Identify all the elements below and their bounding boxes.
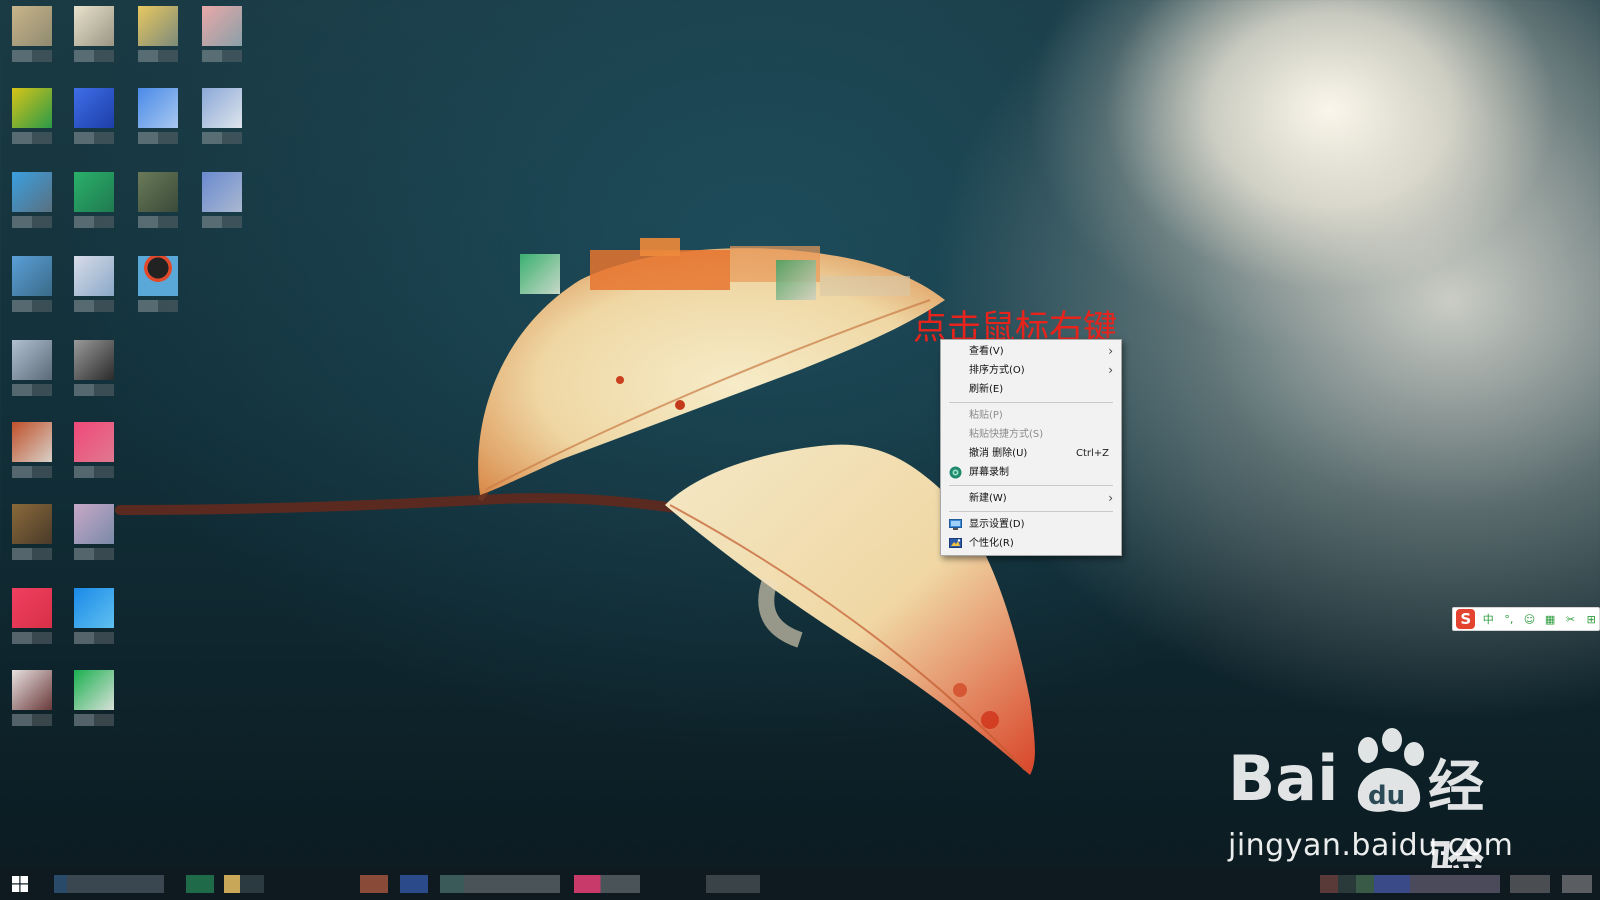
desktop-icon[interactable] [66, 82, 122, 146]
clock-area[interactable] [1510, 875, 1550, 893]
desktop-icon[interactable] [194, 166, 250, 230]
desktop-icon[interactable] [4, 416, 60, 480]
display-icon [949, 518, 962, 531]
ime-mode-button[interactable]: 中 [1480, 611, 1496, 627]
desktop-icon[interactable] [4, 498, 60, 562]
desktop-icon[interactable] [4, 250, 60, 314]
menu-item-refresh[interactable]: 刷新(E) [941, 380, 1121, 399]
menu-item-label: 屏幕录制 [969, 467, 1009, 478]
desktop[interactable]: 点击鼠标右键 查看(V) › 排序方式(O) › 刷新(E) 粘贴(P) 粘贴快… [0, 0, 1600, 900]
menu-item-view[interactable]: 查看(V) › [941, 342, 1121, 361]
screen-record-icon [949, 466, 962, 479]
chevron-right-icon: › [1108, 363, 1113, 377]
desktop-icon[interactable] [4, 166, 60, 230]
desktop-icon[interactable] [4, 582, 60, 646]
menu-item-display-settings[interactable]: 显示设置(D) [941, 515, 1121, 534]
chevron-right-icon: › [1108, 344, 1113, 358]
start-button[interactable] [0, 868, 40, 900]
chevron-right-icon: › [1108, 491, 1113, 505]
desktop-context-menu: 查看(V) › 排序方式(O) › 刷新(E) 粘贴(P) 粘贴快捷方式(S) … [940, 339, 1122, 556]
menu-separator [949, 402, 1113, 403]
menu-separator [949, 485, 1113, 486]
desktop-icon[interactable] [66, 416, 122, 480]
watermark-url: jingyan.baidu.com [1228, 828, 1514, 863]
scissors-icon[interactable]: ✂ [1563, 613, 1579, 626]
menu-item-label: 粘贴(P) [969, 410, 1003, 421]
menu-item-label: 查看(V) [969, 346, 1004, 357]
taskbar-app-button[interactable] [574, 875, 640, 893]
qq-icon[interactable] [130, 250, 186, 314]
punctuation-icon[interactable]: °, [1501, 613, 1517, 626]
taskbar-app-button[interactable] [224, 875, 264, 893]
svg-text:du: du [1368, 781, 1405, 811]
desktop-icon[interactable] [66, 498, 122, 562]
menu-item-label: 新建(W) [969, 493, 1007, 504]
notification-button[interactable] [1562, 875, 1592, 893]
menu-item-screen-record[interactable]: 屏幕录制 [941, 463, 1121, 482]
ime-toolbar: S 中 °, ☺ ▦ ✂ ⊞ [1452, 607, 1600, 631]
desktop-icon[interactable] [66, 664, 122, 728]
menu-item-label: 粘贴快捷方式(S) [969, 429, 1044, 440]
desktop-icon[interactable] [4, 0, 60, 64]
baidu-paw-icon: du [1357, 728, 1424, 812]
desktop-icon[interactable] [66, 250, 122, 314]
shortcut-label: Ctrl+Z [1075, 448, 1109, 459]
menu-item-paste: 粘贴(P) [941, 406, 1121, 425]
desktop-icon[interactable] [66, 334, 122, 398]
taskbar-app-button[interactable] [706, 875, 760, 893]
menu-item-label: 个性化(R) [969, 538, 1014, 549]
keyboard-icon[interactable]: ▦ [1542, 613, 1558, 626]
menu-item-label: 刷新(E) [969, 384, 1004, 395]
taskbar-app-button[interactable] [400, 875, 428, 893]
desktop-icon[interactable] [194, 0, 250, 64]
baidu-jingyan-watermark: Bai du 经验 jingyan.baidu.com [1228, 728, 1528, 900]
menu-item-sort[interactable]: 排序方式(O) › [941, 361, 1121, 380]
desktop-icon[interactable] [4, 664, 60, 728]
desktop-icon[interactable] [4, 82, 60, 146]
menu-item-undo-delete[interactable]: 撤消 删除(U) Ctrl+Z [941, 444, 1121, 463]
menu-item-label: 显示设置(D) [969, 519, 1025, 530]
sogou-logo-icon[interactable]: S [1456, 609, 1476, 629]
watermark-brand-left: Bai [1228, 742, 1339, 815]
desktop-icon[interactable] [130, 0, 186, 64]
taskbar-app-button[interactable] [186, 875, 214, 893]
desktop-icon[interactable] [66, 582, 122, 646]
taskbar-app-button[interactable] [440, 875, 560, 893]
desktop-icon[interactable] [66, 166, 122, 230]
menu-item-personalize[interactable]: 个性化(R) [941, 534, 1121, 553]
taskbar [0, 868, 1600, 900]
desktop-icon[interactable] [776, 260, 816, 300]
desktop-icon[interactable] [520, 254, 560, 294]
menu-item-label: 排序方式(O) [969, 365, 1025, 376]
desktop-icon[interactable] [194, 82, 250, 146]
taskbar-app-button[interactable] [54, 875, 164, 893]
emoji-icon[interactable]: ☺ [1522, 613, 1538, 626]
menu-separator [949, 511, 1113, 512]
windows-logo-icon [12, 876, 28, 892]
menu-item-new[interactable]: 新建(W) › [941, 489, 1121, 508]
desktop-icon[interactable] [4, 334, 60, 398]
toolbox-icon[interactable]: ⊞ [1583, 613, 1599, 626]
desktop-icon[interactable] [130, 166, 186, 230]
desktop-icon[interactable] [66, 0, 122, 64]
taskbar-app-button[interactable] [360, 875, 388, 893]
desktop-icon[interactable] [130, 82, 186, 146]
menu-item-paste-shortcut: 粘贴快捷方式(S) [941, 425, 1121, 444]
system-tray[interactable] [1320, 875, 1500, 893]
menu-item-label: 撤消 删除(U) [969, 448, 1028, 459]
personalize-icon [949, 537, 962, 550]
